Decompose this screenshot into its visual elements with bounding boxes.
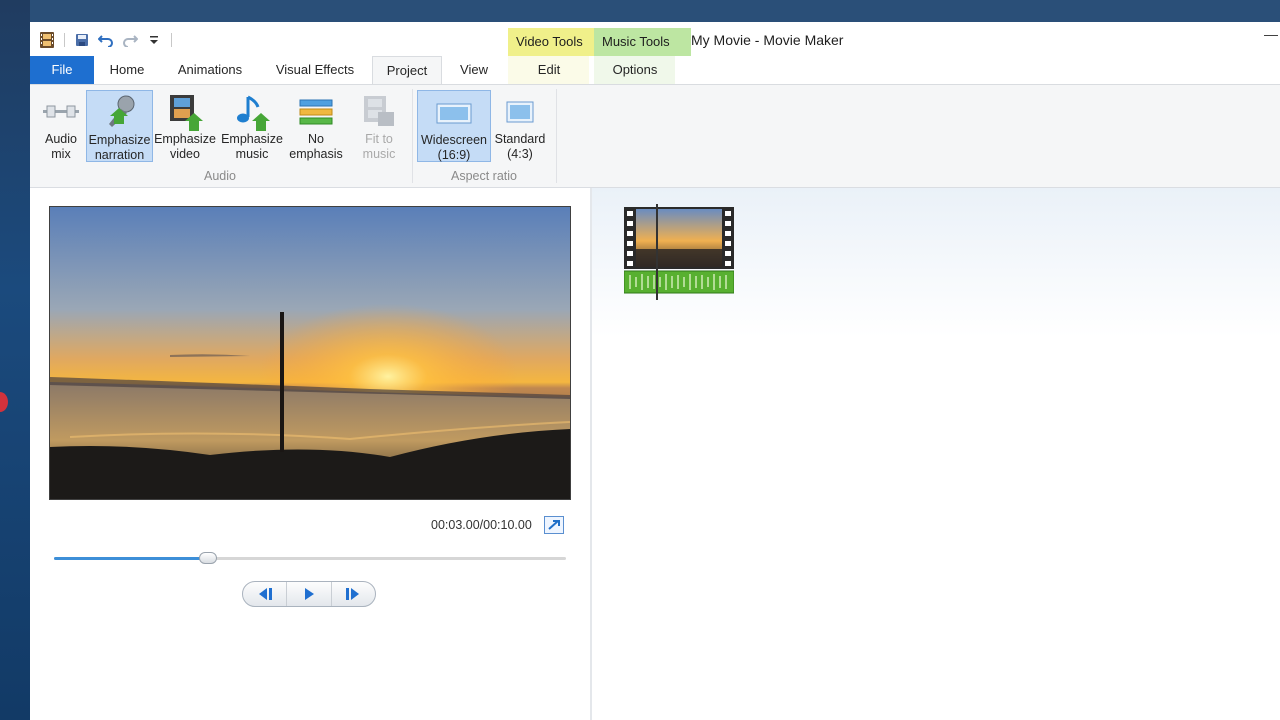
- aspect-ratio-group-label: Aspect ratio: [450, 169, 517, 183]
- video-tools-context-label: Video Tools: [508, 28, 605, 56]
- sunset-beach-frame: [50, 207, 570, 499]
- desktop-background-top: [0, 0, 1280, 24]
- movie-maker-app-icon[interactable]: [38, 31, 56, 49]
- audio-mix-label-1: Audio: [45, 132, 77, 146]
- no-emphasis-label-1: No: [308, 132, 324, 146]
- widescreen-label-1: Widescreen: [421, 133, 487, 147]
- previous-frame-icon: [258, 588, 272, 600]
- tab-visual-effects[interactable]: Visual Effects: [266, 56, 364, 84]
- fit-to-music-icon: [352, 92, 406, 132]
- window-title: My Movie - Movie Maker: [691, 32, 844, 48]
- ribbon-group-separator: [412, 89, 413, 183]
- previous-frame-button[interactable]: [243, 582, 288, 606]
- film-emphasis-icon: [154, 92, 216, 132]
- emphasize-narration-label-2: narration: [94, 148, 145, 162]
- playback-time: 00:03.00/00:10.00: [431, 518, 532, 532]
- ribbon-project: Audio mix Emphasize narration Emphasize …: [30, 84, 1280, 188]
- emphasize-music-button[interactable]: Emphasize music: [220, 90, 284, 162]
- audio-group-label: Audio: [204, 169, 236, 183]
- quick-access-toolbar: [38, 30, 174, 50]
- equal-bars-icon: [286, 92, 346, 132]
- fit-to-music-label-2: music: [362, 147, 396, 161]
- seek-progress: [54, 557, 208, 560]
- emphasize-narration-button[interactable]: Emphasize narration: [86, 90, 153, 162]
- tab-options[interactable]: Options: [604, 56, 666, 84]
- clip-filmstrip: [623, 207, 735, 294]
- undo-icon[interactable]: [97, 31, 115, 49]
- movie-maker-window: Video Tools Music Tools My Movie - Movie…: [30, 22, 1280, 720]
- fullscreen-preview-button[interactable]: [544, 516, 564, 534]
- audio-mix-button[interactable]: Audio mix: [37, 90, 85, 162]
- tab-edit[interactable]: Edit: [522, 56, 576, 84]
- play-button[interactable]: [287, 582, 332, 606]
- music-tools-context-label: Music Tools: [594, 28, 691, 56]
- fit-to-music-label-1: Fit to: [365, 132, 393, 146]
- preview-pane: 00:03.00/00:10.00: [30, 188, 591, 720]
- redo-icon[interactable]: [121, 31, 139, 49]
- emphasize-video-label-1: Emphasize: [154, 132, 216, 146]
- widescreen-icon: [418, 93, 490, 133]
- emphasize-music-label-2: music: [235, 147, 269, 161]
- seek-bar[interactable]: [54, 557, 566, 560]
- music-note-icon: [220, 92, 284, 132]
- ribbon-group-separator: [556, 89, 557, 183]
- next-frame-button[interactable]: [332, 582, 375, 606]
- ribbon-tabs: File Home Animations Visual Effects Proj…: [30, 56, 1280, 84]
- minimize-button[interactable]: —: [1264, 26, 1278, 42]
- emphasize-music-label-1: Emphasize: [221, 132, 283, 146]
- video-clip-thumbnail[interactable]: [623, 207, 735, 295]
- next-frame-icon: [346, 588, 360, 600]
- tab-project[interactable]: Project: [372, 56, 442, 84]
- desktop-background-left: [0, 0, 30, 720]
- standard-label-2: (4:3): [507, 147, 533, 161]
- emphasize-video-button[interactable]: Emphasize video: [154, 90, 216, 162]
- tab-view[interactable]: View: [450, 56, 498, 84]
- qat-separator: [64, 33, 65, 47]
- customize-dropdown-icon[interactable]: [145, 31, 163, 49]
- tab-home[interactable]: Home: [96, 56, 158, 84]
- widescreen-label-2: (16:9): [437, 148, 471, 162]
- standard-label-1: Standard: [494, 132, 546, 146]
- playback-controls: [242, 581, 376, 607]
- title-bar: Video Tools Music Tools My Movie - Movie…: [30, 22, 1280, 56]
- audio-mix-label-2: mix: [51, 147, 71, 161]
- qat-separator: [171, 33, 172, 47]
- save-icon[interactable]: [73, 31, 91, 49]
- no-emphasis-label-2: emphasis: [289, 147, 343, 161]
- storyboard-playhead[interactable]: [656, 204, 658, 300]
- no-emphasis-button[interactable]: No emphasis: [286, 90, 346, 162]
- seek-thumb[interactable]: [198, 552, 217, 564]
- audio-mix-slider-icon: [37, 92, 85, 132]
- emphasize-narration-label-1: Emphasize: [88, 133, 151, 147]
- tab-file[interactable]: File: [30, 56, 94, 84]
- expand-arrow-icon: [548, 520, 560, 530]
- widescreen-button[interactable]: Widescreen (16:9): [417, 90, 491, 162]
- microphone-icon: [87, 93, 152, 133]
- fit-to-music-button[interactable]: Fit to music: [352, 90, 406, 162]
- play-icon: [304, 588, 314, 600]
- tab-animations[interactable]: Animations: [166, 56, 254, 84]
- standard-icon: [492, 92, 548, 132]
- video-preview[interactable]: [49, 206, 571, 500]
- storyboard-pane: [592, 188, 1280, 720]
- standard-button[interactable]: Standard (4:3): [492, 90, 548, 162]
- emphasize-video-label-2: video: [170, 147, 200, 161]
